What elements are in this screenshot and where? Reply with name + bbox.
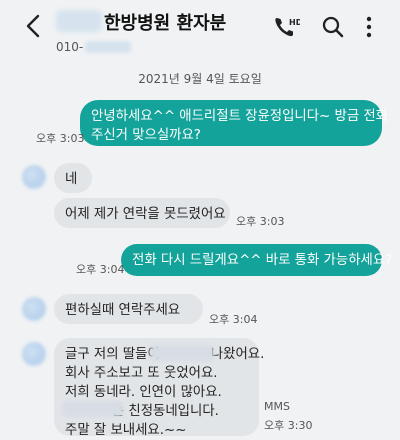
contact-avatar[interactable] [22, 297, 46, 321]
outgoing-message-bubble[interactable]: 전화 다시 드릴게요^^ 바로 통화 가능하세요? [121, 244, 392, 276]
incoming-message-bubble[interactable]: 편하실때 연락주세요 [54, 294, 203, 324]
redacted-text [62, 401, 124, 417]
search-icon[interactable] [320, 14, 346, 40]
contact-avatar[interactable] [22, 165, 46, 189]
incoming-message-bubble[interactable]: 어제 제가 연락을 못드렸어요 [54, 198, 230, 228]
incoming-message-bubble[interactable]: 네 [54, 163, 92, 193]
message-timestamp: 오후 3:03 [36, 132, 85, 145]
message-timestamp: 오후 3:03 [236, 215, 285, 228]
more-options-icon[interactable] [362, 14, 376, 40]
contact-name: 한방병원 환자분 [104, 13, 227, 34]
hd-call-icon[interactable]: HD [272, 14, 300, 40]
message-timestamp: 오후 3:04 [76, 263, 125, 276]
message-type-label: MMS [264, 400, 290, 413]
date-divider: 2021년 9월 4일 토요일 [138, 72, 262, 86]
redacted-contact-name [56, 10, 102, 32]
message-timestamp: 오후 3:30 [264, 419, 313, 432]
contact-phone: 010- [56, 36, 132, 54]
contact-avatar[interactable] [22, 342, 46, 366]
hd-badge: HD [289, 18, 300, 27]
back-arrow-icon[interactable] [22, 12, 46, 40]
outgoing-message-bubble[interactable]: 안녕하세요^^ 애드리절트 장윤정입니다~ 방금 전화 주신거 맞으실까요? [80, 100, 388, 146]
redacted-phone-number [85, 40, 132, 53]
redacted-text [150, 345, 214, 361]
phone-prefix: 010- [56, 40, 84, 54]
message-timestamp: 오후 3:04 [209, 313, 258, 326]
chat-header: 한방병원 환자분 010- HD [0, 0, 400, 54]
